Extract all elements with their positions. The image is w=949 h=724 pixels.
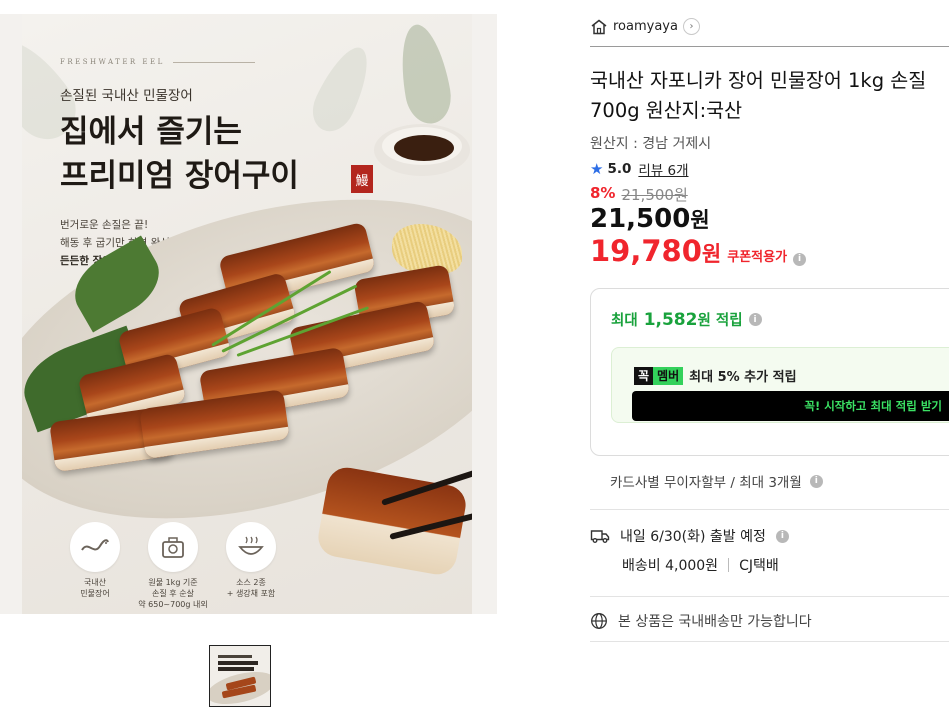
badge-origin-line2: 민물장어 <box>80 589 110 598</box>
sale-price-number: 21,500 <box>590 204 691 234</box>
membership-text: 최대 5% 추가 적립 <box>689 370 797 385</box>
badge-label-sauce: 소스 2종 + 생강채 포함 <box>208 577 294 599</box>
reward-amount: 1,582 <box>643 310 698 330</box>
headline-line-2: 프리미엄 장어구이 <box>60 158 299 194</box>
badge-origin-line1: 국내산 <box>83 578 107 587</box>
chevron-right-icon: › <box>682 18 700 35</box>
sale-price-unit: 원 <box>690 208 710 232</box>
brand-rule <box>172 61 255 63</box>
copy-line-1: 번거로운 손질은 끝! <box>60 219 149 231</box>
red-seal-stamp: 鰻 <box>351 165 373 193</box>
domestic-notice-text: 본 상품은 국내배송만 가능합니다 <box>618 614 812 630</box>
installment-text: 카드사별 무이자할부 / 최대 3개월 <box>610 475 802 491</box>
bowl-icon <box>226 522 276 572</box>
badge-label-origin: 국내산 민물장어 <box>52 577 138 599</box>
coupon-price-row: 19,780원 쿠폰적용가 i <box>590 234 807 268</box>
max-reward-line: 최대 1,582원 적립 i <box>611 309 762 330</box>
product-title-line1: 국내산 자포니카 장어 민물장어 1kg 손질 <box>590 69 927 92</box>
coupon-label: 쿠폰적용가 <box>727 250 788 265</box>
membership-badge-dark: 꼭 <box>634 366 654 385</box>
divider <box>590 46 949 47</box>
reward-amount-group: 1,582원 적립 <box>644 309 743 330</box>
divider <box>728 558 730 572</box>
eel-icon <box>70 522 120 572</box>
brand-line: FRESHWATER EEL <box>60 58 255 66</box>
badge-label-weight: 원물 1kg 기준 손질 후 순살 약 650~700g 내외 <box>130 577 216 610</box>
membership-badge-green: 멤버 <box>653 366 684 385</box>
divider <box>590 509 949 510</box>
membership-badge: 꼭 멤버 <box>634 366 684 385</box>
installment-line: 카드사별 무이자할부 / 최대 3개월 i <box>610 471 823 491</box>
sauce-bowl-illustration <box>374 124 470 176</box>
reward-box: 최대 1,582원 적립 i 꼭 멤버 최대 5% 추가 적립 꼭! 시작하고 최… <box>590 288 949 456</box>
product-title-line2: 700g 원산지:국산 <box>590 99 743 122</box>
domestic-shipping-notice: 본 상품은 국내배송만 가능합니다 <box>590 611 812 631</box>
divider <box>590 641 949 642</box>
product-thumbnail[interactable] <box>209 645 271 707</box>
rating-row: ★ 5.0 리뷰 6개 <box>590 159 689 179</box>
scale-icon <box>148 522 198 572</box>
coupon-price-unit: 원 <box>701 242 722 266</box>
badge-sauce-line2: + 생강채 포함 <box>226 589 276 598</box>
thumb-title-bar <box>218 661 258 665</box>
shipping-fee-line: 배송비 4,000원 CJ택배 <box>622 555 779 575</box>
shipping-fee: 배송비 4,000원 <box>622 558 719 574</box>
globe-icon <box>591 613 607 629</box>
origin-text: 원산지 : 경남 거제시 <box>590 136 712 152</box>
thumb-title-bar <box>218 667 254 671</box>
rating-score: 5.0 <box>607 161 632 177</box>
info-icon[interactable]: i <box>775 529 789 543</box>
discount-rate: 8% <box>590 184 616 202</box>
leaf-shadow <box>304 39 380 139</box>
store-icon <box>591 19 607 34</box>
seller-name: roamyaya <box>613 19 678 34</box>
badge-weight-line1: 원물 1kg 기준 <box>148 578 198 587</box>
product-image-canvas: FRESHWATER EEL 손질된 국내산 민물장어 집에서 즐기는 프리미엄… <box>22 14 472 614</box>
membership-box: 꼭멤버 최대 5% 추가 적립 꼭! 시작하고 최대 적립 받기 › <box>611 347 949 423</box>
departure-text: 내일 6/30(화) 출발 예정 <box>620 529 766 545</box>
reward-prefix: 최대 <box>611 313 638 329</box>
membership-line: 꼭 멤버 최대 5% 추가 적립 <box>634 366 797 385</box>
badge-sauce-line1: 소스 2종 <box>236 578 266 587</box>
divider <box>590 596 949 597</box>
coupon-price-number: 19,780 <box>590 234 702 268</box>
shipping-departure-line: 내일 6/30(화) 출발 예정 i <box>590 526 789 546</box>
reward-suffix: 원 적립 <box>697 313 743 329</box>
discount-row: 8% 21,500원 <box>590 184 688 205</box>
info-icon[interactable]: i <box>793 252 807 266</box>
brand-text: FRESHWATER EEL <box>60 58 165 66</box>
membership-button-label: 꼭! 시작하고 최대 적립 받기 <box>804 399 942 413</box>
badge-weight-line2: 손질 후 순살 <box>152 589 194 598</box>
product-main-image[interactable]: FRESHWATER EEL 손질된 국내산 민물장어 집에서 즐기는 프리미엄… <box>0 14 497 614</box>
truck-icon <box>590 530 610 543</box>
product-title: 국내산 자포니카 장어 민물장어 1kg 손질 700g 원산지:국산 <box>590 66 949 126</box>
review-link[interactable]: 리뷰 6개 <box>638 159 688 179</box>
product-info-panel: roamyaya › 국내산 자포니카 장어 민물장어 1kg 손질 700g … <box>590 0 949 724</box>
carrier-name: CJ택배 <box>739 558 779 574</box>
original-price: 21,500원 <box>621 186 688 204</box>
membership-start-button[interactable]: 꼭! 시작하고 최대 적립 받기 › <box>632 391 949 421</box>
thumb-title-bar <box>218 655 252 658</box>
badge-weight-line3: 약 650~700g 내외 <box>138 600 208 609</box>
info-icon[interactable]: i <box>809 474 823 488</box>
seller-link[interactable]: roamyaya › <box>590 18 700 35</box>
coupon-price: 19,780원 <box>590 234 721 268</box>
sale-price: 21,500원 <box>590 204 710 234</box>
star-icon: ★ <box>590 160 604 178</box>
info-icon[interactable]: i <box>748 313 762 326</box>
image-subheading: 손질된 국내산 민물장어 <box>60 88 193 104</box>
image-headline: 집에서 즐기는 프리미엄 장어구이 <box>60 110 299 198</box>
headline-line-1: 집에서 즐기는 <box>60 114 242 150</box>
